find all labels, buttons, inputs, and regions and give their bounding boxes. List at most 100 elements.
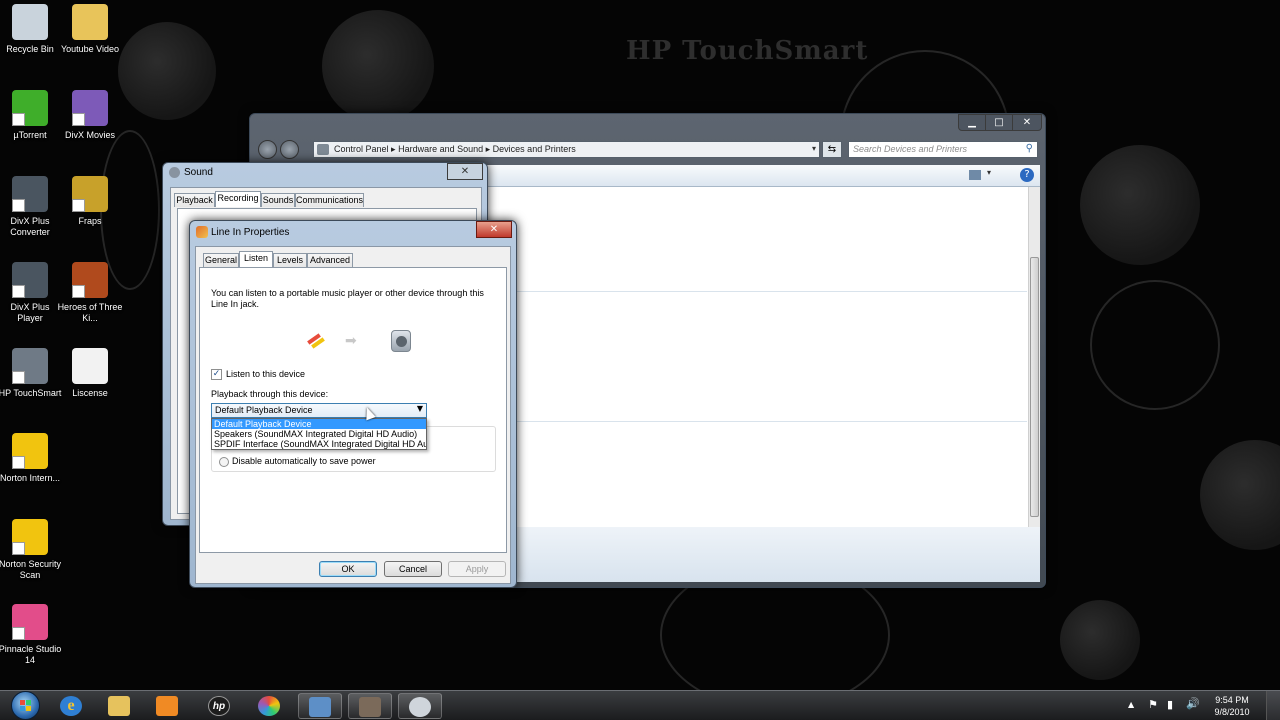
desktop-icon-fraps[interactable]: Fraps — [57, 176, 123, 227]
media-player-taskbar-button[interactable] — [146, 693, 190, 719]
desktop-icon-recycle-bin[interactable]: Recycle Bin — [0, 4, 63, 55]
breadcrumb-separator-icon[interactable]: ▸ — [483, 144, 493, 154]
desktop-icon-label: HP TouchSmart — [0, 388, 62, 398]
fraps-icon — [72, 176, 108, 212]
playback-device-dropdown-list: Default Playback Device Speakers (SoundMA… — [211, 418, 427, 450]
refresh-button[interactable]: ⇆ — [822, 141, 842, 158]
explorer-taskbar-button[interactable] — [98, 693, 142, 719]
desktop-icon-pinnacle-studio[interactable]: Pinnacle Studio 14 — [0, 604, 63, 666]
search-icon[interactable]: ⚲ — [1026, 143, 1033, 154]
document-icon — [72, 348, 108, 384]
desktop-icon-label: Fraps — [78, 216, 102, 226]
control-panel-taskbar-button[interactable] — [298, 693, 342, 719]
view-options-icon[interactable] — [969, 170, 981, 180]
control-panel-icon — [309, 697, 331, 717]
line-in-tab-levels[interactable]: Levels — [273, 253, 307, 267]
pinnacle-taskbar-button[interactable] — [248, 693, 292, 719]
folder-icon — [72, 4, 108, 40]
desktop-icon-norton-scan[interactable]: Norton Security Scan — [0, 519, 63, 581]
scrollbar-thumb[interactable] — [1030, 257, 1039, 517]
forward-button[interactable] — [280, 140, 299, 159]
desktop-icon-hp-touchsmart[interactable]: HP TouchSmart — [0, 348, 63, 399]
start-button[interactable] — [6, 691, 46, 720]
ok-button[interactable]: OK — [319, 561, 377, 577]
sound-close-button[interactable]: ✕ — [447, 163, 483, 180]
desktop-icon-label: µTorrent — [13, 130, 47, 140]
desktop-icon-label: DivX Plus Player — [10, 302, 50, 323]
volume-icon[interactable]: 🔊 — [1186, 697, 1200, 710]
help-icon[interactable]: ? — [1020, 168, 1034, 182]
pinnacle-studio-icon — [12, 604, 48, 640]
breadcrumb-item[interactable]: Devices and Printers — [493, 144, 576, 154]
norton-scan-icon — [12, 519, 48, 555]
game-icon — [359, 697, 381, 717]
clock-time: 9:54 PM — [1215, 695, 1249, 705]
desktop-icon-divx-player[interactable]: DivX Plus Player — [0, 262, 63, 324]
apply-button[interactable]: Apply — [448, 561, 506, 577]
listen-tab-panel: You can listen to a portable music playe… — [199, 267, 507, 553]
sound-tab-strip: Playback Recording Sounds Communications — [174, 191, 474, 209]
search-box[interactable]: Search Devices and Printers ⚲ — [848, 141, 1038, 158]
listen-checkbox[interactable]: ✓ — [211, 369, 222, 380]
breadcrumb-separator-icon[interactable]: ▸ — [389, 144, 399, 154]
desktop-icon-utorrent[interactable]: µTorrent — [0, 90, 63, 141]
recycle-bin-icon — [12, 4, 48, 40]
speaker-device-icon — [391, 330, 411, 352]
vertical-scrollbar[interactable] — [1028, 187, 1040, 527]
sound-tab-recording[interactable]: Recording — [215, 191, 261, 207]
close-button[interactable]: ✕ — [1012, 114, 1042, 131]
listen-description: You can listen to a portable music playe… — [211, 288, 484, 309]
chevron-down-icon[interactable]: ▾ — [812, 144, 816, 153]
dropdown-option[interactable]: Speakers (SoundMAX Integrated Digital HD… — [212, 429, 426, 439]
breadcrumb-item[interactable]: Control Panel — [334, 144, 389, 154]
cancel-button[interactable]: Cancel — [384, 561, 442, 577]
taskbar: e hp ▲ ⚑ ▮ 🔊 9:54 PM 9/8/2010 — [0, 690, 1280, 720]
dropdown-option[interactable]: Default Playback Device — [212, 419, 426, 429]
desktop-icon-norton-internet[interactable]: Norton Intern... — [0, 433, 63, 484]
internet-explorer-taskbar-button[interactable]: e — [50, 693, 94, 719]
folder-icon — [108, 696, 130, 716]
chevron-down-icon[interactable]: ▾ — [987, 168, 991, 177]
show-hidden-icons-button[interactable]: ▲ — [1128, 700, 1134, 709]
control-panel-icon — [317, 144, 329, 155]
dropdown-option[interactable]: SPDIF Interface (SoundMAX Integrated Dig… — [212, 439, 426, 449]
line-in-tab-listen[interactable]: Listen — [239, 251, 273, 267]
chevron-down-icon[interactable]: ▼ — [417, 404, 423, 413]
desktop-icon-divx-converter[interactable]: DivX Plus Converter — [0, 176, 63, 238]
network-icon[interactable]: ▮ — [1167, 698, 1173, 711]
address-bar[interactable]: Control Panel ▸ Hardware and Sound ▸ Dev… — [313, 141, 820, 158]
internet-explorer-icon: e — [60, 696, 82, 716]
desktop-icon-game[interactable]: Heroes of Three Ki... — [57, 262, 123, 324]
disable-power-label: Disable automatically to save power — [232, 456, 376, 466]
desktop-icon-document[interactable]: Liscense — [57, 348, 123, 399]
desktop-icon-divx-movies[interactable]: DivX Movies — [57, 90, 123, 141]
back-button[interactable] — [258, 140, 277, 159]
divx-converter-icon — [12, 176, 48, 212]
line-in-close-button[interactable]: ✕ — [476, 221, 512, 238]
breadcrumb-item[interactable]: Hardware and Sound — [398, 144, 483, 154]
desktop-icon-label: Youtube Video — [60, 44, 120, 54]
desktop-icon-label: DivX Movies — [64, 130, 115, 140]
desktop-icon-label: Norton Intern... — [0, 473, 61, 483]
sound-tab-sounds[interactable]: Sounds — [261, 193, 295, 207]
system-clock[interactable]: 9:54 PM 9/8/2010 — [1210, 694, 1254, 718]
disable-power-radio[interactable] — [219, 457, 229, 467]
line-in-icon — [196, 226, 208, 238]
playback-device-combobox[interactable]: Default Playback Device ▼ — [211, 403, 427, 418]
maximize-button[interactable]: □ — [985, 114, 1013, 131]
sound-taskbar-button[interactable] — [398, 693, 442, 719]
sound-dialog-title: Sound — [184, 167, 213, 178]
audio-cable-icon — [305, 329, 325, 351]
desktop-icon-folder[interactable]: Youtube Video — [57, 4, 123, 55]
hp-taskbar-button[interactable]: hp — [198, 693, 242, 719]
line-in-tab-general[interactable]: General — [203, 253, 239, 267]
show-desktop-button[interactable] — [1266, 691, 1280, 720]
game-taskbar-button[interactable] — [348, 693, 392, 719]
line-in-tab-advanced[interactable]: Advanced — [307, 253, 353, 267]
sound-tab-playback[interactable]: Playback — [174, 193, 215, 207]
action-center-flag-icon[interactable]: ⚑ — [1148, 698, 1158, 711]
minimize-button[interactable]: ▁ — [958, 114, 986, 131]
sound-tab-communications[interactable]: Communications — [295, 193, 364, 207]
desktop-icon-label: DivX Plus Converter — [10, 216, 50, 237]
wallpaper-swirl — [1090, 280, 1220, 410]
